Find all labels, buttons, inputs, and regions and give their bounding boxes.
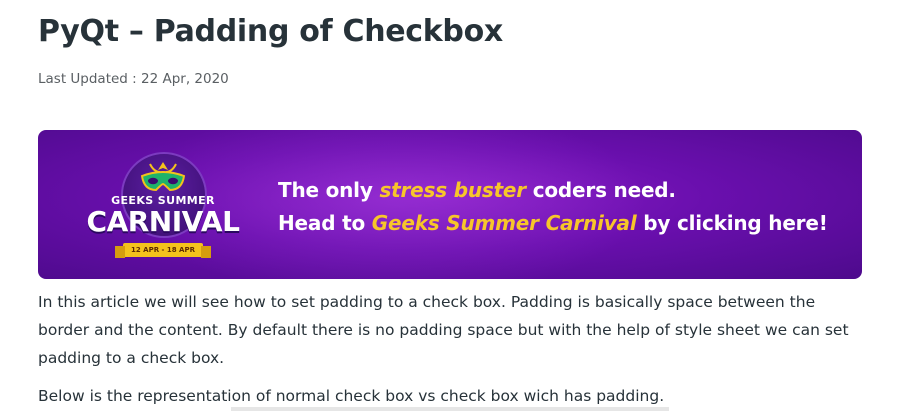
banner-line2-text: Head to	[278, 211, 372, 235]
representation-paragraph: Below is the representation of normal ch…	[38, 387, 665, 405]
last-updated-date: Last Updated : 22 Apr, 2020	[38, 71, 229, 87]
banner-line-1: The only stress buster coders need.	[278, 174, 828, 207]
carnival-promo-banner[interactable]: GEEKS SUMMER CARNIVAL 12 APR - 18 APR Th…	[38, 130, 862, 279]
page-title: PyQt – Padding of Checkbox	[38, 14, 503, 49]
intro-paragraph: In this article we will see how to set p…	[38, 293, 849, 367]
carnival-logo: GEEKS SUMMER CARNIVAL 12 APR - 18 APR	[78, 150, 248, 262]
banner-line1-text-end: coders need.	[525, 178, 676, 202]
banner-line1-text: The only	[278, 178, 380, 202]
banner-line-2: Head to Geeks Summer Carnival by clickin…	[278, 207, 828, 240]
logo-title-line2: CARNIVAL	[86, 205, 240, 238]
banner-line1-highlight: stress buster	[379, 178, 526, 202]
banner-message[interactable]: The only stress buster coders need. Head…	[278, 174, 828, 240]
banner-line2-text-end: by clicking here!	[636, 211, 828, 235]
carnival-mask-icon	[140, 162, 186, 192]
banner-line2-highlight: Geeks Summer Carnival	[371, 211, 637, 235]
logo-date-ribbon: 12 APR - 18 APR	[115, 243, 211, 258]
article-image-top-edge	[231, 407, 669, 411]
